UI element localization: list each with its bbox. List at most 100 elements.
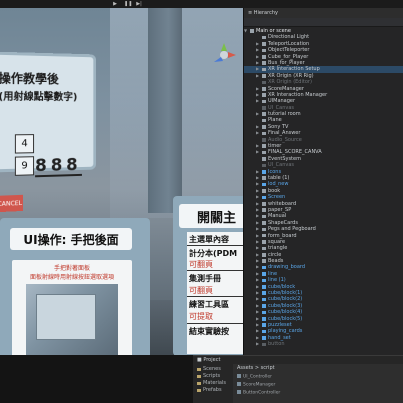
gameobject-icon <box>262 176 266 180</box>
panel-title: 操作教學後 <box>0 71 59 87</box>
folder-item[interactable]: Scenes <box>197 366 229 373</box>
gameobject-icon <box>262 80 266 85</box>
folder-icon <box>197 382 201 385</box>
number-key-4[interactable]: 4 <box>14 134 35 154</box>
folder-item[interactable]: Materials <box>197 380 229 387</box>
gameobject-icon <box>262 323 266 327</box>
instruction-card: 手把對著面板 面板射線時用射線按鈕選取選項 <box>12 260 132 355</box>
menu-content: 主選單內容 計分本(PDM 可翻頁 集測手冊 可翻頁 練習工具區 可提取 結束實… <box>187 232 243 354</box>
folder-item[interactable]: Scripts <box>197 373 229 380</box>
folder-icon <box>197 368 201 371</box>
gameobject-icon <box>262 240 266 244</box>
gameobject-icon <box>262 118 266 123</box>
gameobject-icon <box>262 246 266 251</box>
hierarchy-item[interactable]: ▶ button <box>244 341 403 347</box>
gameobject-icon <box>262 157 266 161</box>
gameobject-icon <box>262 221 266 225</box>
folder-item[interactable]: Prefabs <box>197 387 229 394</box>
gameobject-icon <box>262 169 266 174</box>
gameobject-icon <box>262 195 266 200</box>
number-key-9[interactable]: 9 <box>14 156 35 176</box>
gameobject-icon <box>262 74 266 78</box>
gameobject-icon <box>262 99 266 104</box>
collapse-arrow-icon[interactable]: ▶ <box>256 341 259 347</box>
scene-pillar <box>148 8 182 213</box>
gameobject-icon <box>262 329 266 334</box>
instruction-photo <box>26 284 118 355</box>
panel-header: UI操作: 手把後面 <box>10 228 132 250</box>
menu-line: 可翻頁 <box>189 260 213 269</box>
gameobject-icon <box>262 86 266 91</box>
folder-icon <box>197 389 201 392</box>
gameobject-icon <box>262 35 266 40</box>
step-button[interactable]: ▶| <box>136 1 142 7</box>
gameobject-icon <box>262 106 266 110</box>
menu-line: 主選單內容 <box>189 235 229 244</box>
ui-operation-panel: UI操作: 手把後面 手把對著面板 面板射線時用射線按鈕選取選項 <box>0 218 150 355</box>
divider <box>187 270 243 271</box>
gameobject-icon <box>262 316 266 321</box>
gameobject-icon <box>262 182 266 187</box>
top-toolbar: ▶ ❚❚ ▶| <box>0 0 403 8</box>
gameobject-icon <box>262 291 266 295</box>
menu-line: 可提取 <box>189 312 213 321</box>
gameobject-icon <box>262 189 266 193</box>
divider <box>187 296 243 297</box>
folder-icon <box>197 375 201 378</box>
panel-header: 開關主 <box>179 204 243 228</box>
gameobject-icon <box>262 233 266 238</box>
gameobject-icon <box>262 214 266 219</box>
gameobject-icon <box>262 208 266 212</box>
bottom-area: ■ Project Scenes Scripts Materials Prefa… <box>0 355 403 403</box>
play-button[interactable]: ▶ <box>112 1 118 7</box>
menu-line: 練習工具區 <box>189 300 229 309</box>
project-panel: ■ Project Scenes Scripts Materials Prefa… <box>193 355 403 403</box>
gameobject-icon <box>262 297 266 302</box>
script-icon <box>237 382 241 386</box>
scene-orientation-gizmo-icon[interactable] <box>211 42 237 68</box>
menu-line: 集測手冊 <box>189 274 221 283</box>
instruction-caption: 面板射線時用射線按鈕選取選項 <box>29 274 114 281</box>
scene-view[interactable]: 操作教學後 (用射線點擊數字) 4 9 888 CANCEL UI操作: 手把後… <box>0 8 243 355</box>
gameobject-icon <box>262 54 266 59</box>
main-menu-panel: 開關主 主選單內容 計分本(PDM 可翻頁 集測手冊 可翻頁 練習工具區 可提取… <box>173 196 243 355</box>
gameobject-icon <box>262 61 266 65</box>
asset-item[interactable]: ButtonController <box>237 390 280 396</box>
gameobject-icon <box>262 112 266 117</box>
gameobject-icon <box>262 304 266 308</box>
gameobject-icon <box>262 253 266 257</box>
asset-item[interactable]: ScoreManager <box>237 382 275 388</box>
menu-line: 結束實驗按 <box>189 327 229 336</box>
digits-display: 888 <box>35 155 82 178</box>
gameobject-icon <box>262 278 266 283</box>
gameobject-icon <box>262 336 266 340</box>
project-tab[interactable]: ■ Project <box>197 357 220 363</box>
hierarchy-tab[interactable]: ≡ Hierarchy <box>244 8 403 18</box>
project-folder-tree: Scenes Scripts Materials Prefabs <box>197 366 229 402</box>
gameobject-icon <box>262 150 266 155</box>
hierarchy-list: ▼ Main or scene Directional Light ▶ Teleport… <box>244 28 403 348</box>
cancel-button[interactable]: CANCEL <box>0 194 23 213</box>
gameobject-icon <box>262 259 266 264</box>
gameobject-icon <box>262 67 266 72</box>
pause-button[interactable]: ❚❚ <box>124 1 132 7</box>
asset-item[interactable]: UI_Controller <box>237 374 272 380</box>
divider <box>187 245 243 246</box>
number-input-panel: 操作教學後 (用射線點擊數字) 4 9 888 CANCEL <box>0 51 97 213</box>
gameobject-icon <box>262 265 266 270</box>
hierarchy-item-label: button <box>268 341 285 348</box>
breadcrumb: Assets > script <box>237 365 275 371</box>
script-icon <box>237 374 241 378</box>
gameobject-icon <box>262 144 266 149</box>
gameobject-icon <box>262 42 266 46</box>
gameobject-icon <box>262 125 266 129</box>
hierarchy-search-input[interactable] <box>244 18 403 27</box>
instruction-caption: 手把對著面板 <box>53 265 90 272</box>
photo-screen <box>36 294 96 340</box>
gameobject-icon <box>262 163 266 168</box>
gameobject-icon <box>262 48 266 53</box>
gameobject-icon <box>262 342 266 347</box>
gameobject-icon <box>250 29 254 33</box>
gameobject-icon <box>262 310 266 315</box>
gameobject-icon <box>262 227 266 232</box>
